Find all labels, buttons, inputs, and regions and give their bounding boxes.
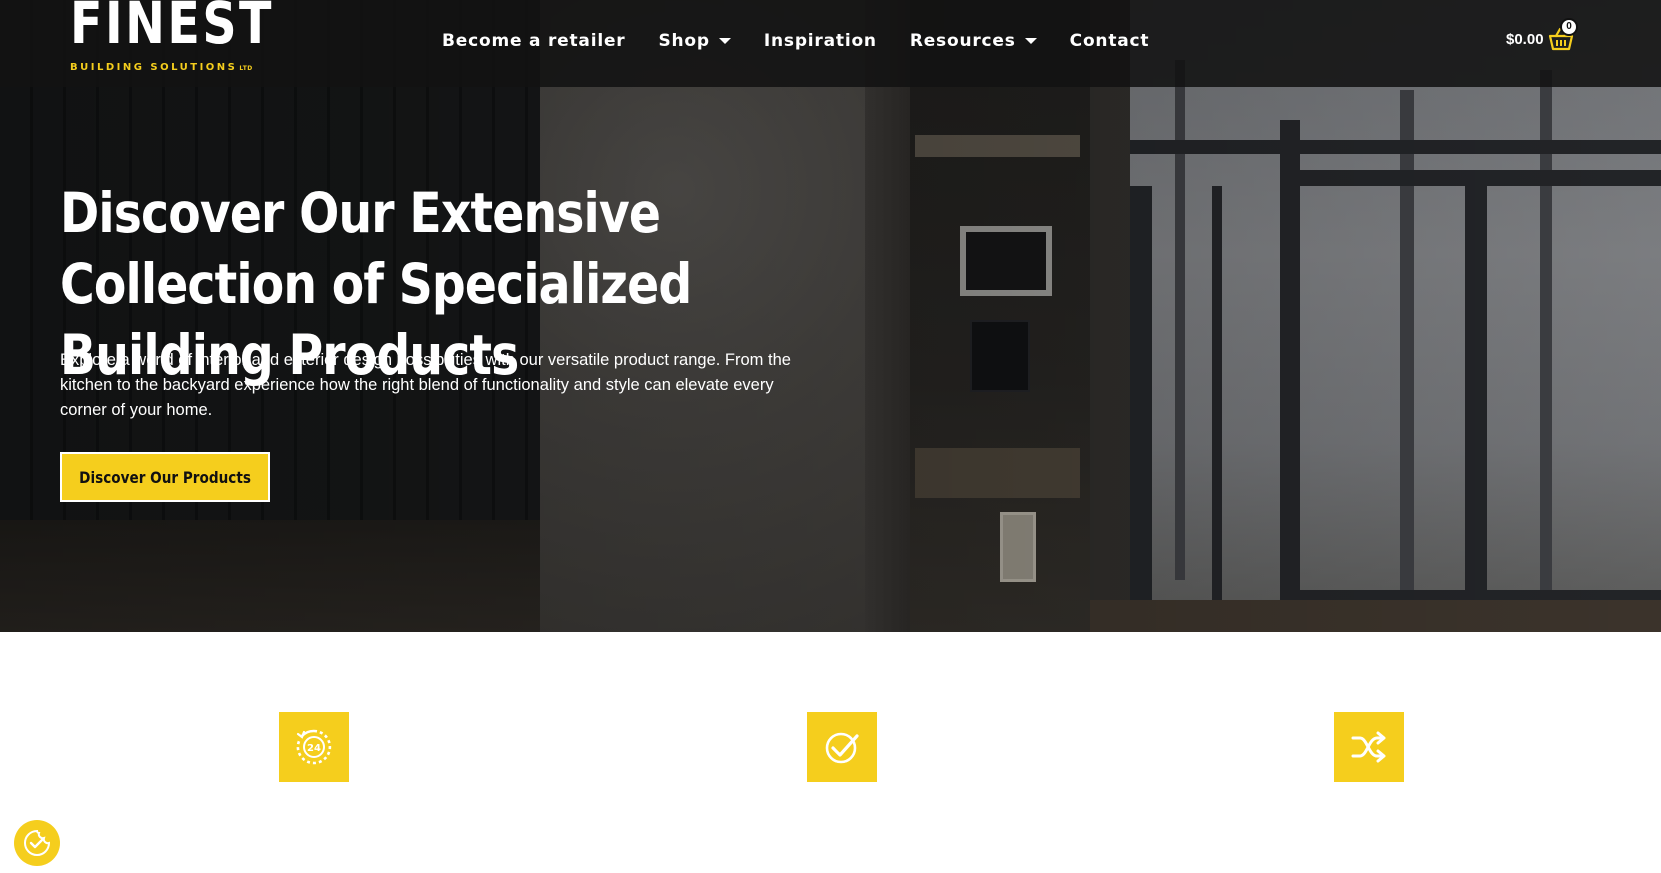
cookie-consent-button[interactable]	[14, 820, 60, 866]
logo[interactable]: FINEST BUILDING SOLUTIONS LTD	[70, 0, 271, 76]
chevron-down-icon	[718, 38, 731, 44]
nav-inspiration[interactable]: Inspiration	[764, 31, 877, 51]
feature-24h-tile: 24	[279, 712, 349, 782]
chevron-down-icon	[1024, 38, 1037, 44]
nav-contact[interactable]: Contact	[1070, 31, 1150, 51]
feature-quality-tile	[807, 712, 877, 782]
logo-wordmark: FINEST	[70, 0, 274, 57]
cart-total: $0.00	[1506, 30, 1544, 48]
shuffle-icon	[1351, 731, 1386, 763]
main-nav: Become a retailer Shop Inspiration Resou…	[442, 26, 1182, 56]
site-header: FINEST BUILDING SOLUTIONS LTD Become a re…	[0, 0, 1661, 87]
discover-products-button[interactable]: Discover Our Products	[60, 452, 270, 502]
check-badge-icon	[825, 732, 859, 764]
nav-resources[interactable]: Resources	[910, 31, 1037, 51]
cart-count-badge: 0	[1560, 18, 1578, 36]
svg-text:24: 24	[307, 743, 321, 754]
clock-24-icon: 24	[296, 729, 332, 765]
feature-flexibility-tile	[1334, 712, 1404, 782]
cookie-consent-icon	[24, 829, 51, 856]
nav-become-a-retailer[interactable]: Become a retailer	[442, 31, 625, 51]
logo-mark: LTD	[239, 65, 253, 72]
hero-description: Explore a world of interior and exterior…	[60, 351, 791, 419]
nav-shop[interactable]: Shop	[658, 31, 731, 51]
logo-tagline: BUILDING SOLUTIONS LTD	[70, 62, 253, 73]
